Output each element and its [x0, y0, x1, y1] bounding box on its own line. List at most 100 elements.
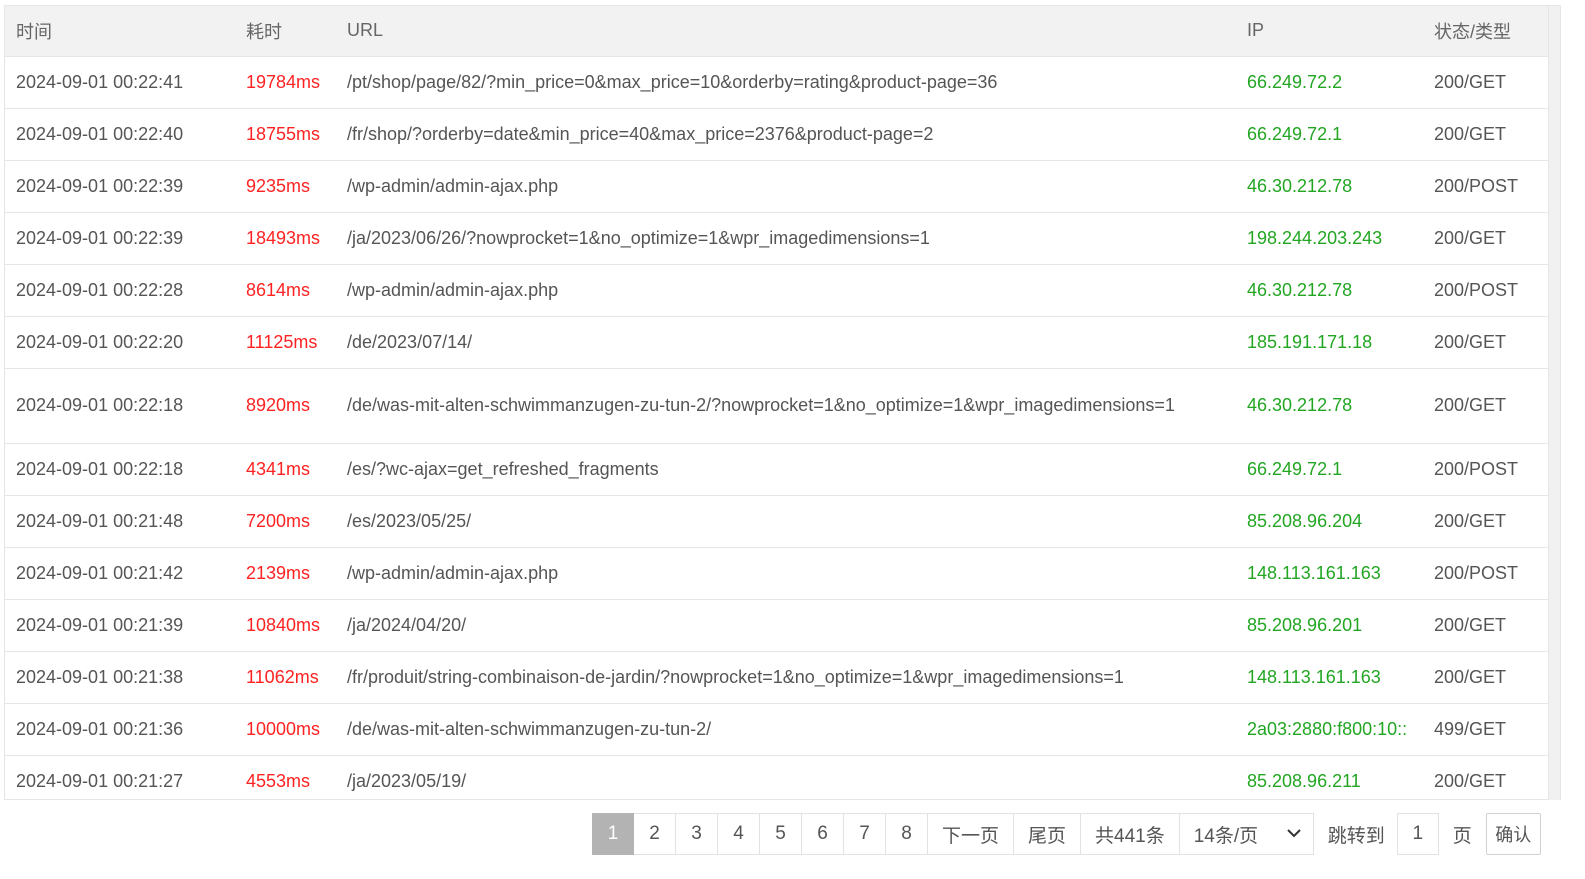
page-3-button[interactable]: 3 [676, 813, 718, 855]
cell-status: 200/POST [1423, 547, 1548, 600]
log-table-container: 时间 耗时 URL IP 状态/类型 2024-09-01 00:22:41 1… [4, 5, 1549, 800]
next-page-button[interactable]: 下一页 [928, 813, 1015, 855]
cell-ip: 46.30.212.78 [1236, 264, 1423, 317]
cell-url: /pt/shop/page/82/?min_price=0&max_price=… [336, 56, 1236, 109]
cell-time: 2024-09-01 00:22:20 [5, 316, 235, 369]
cell-ip: 85.208.96.201 [1236, 599, 1423, 652]
chevron-down-icon [1287, 825, 1301, 843]
page-size-select[interactable]: 14条/页 [1179, 813, 1314, 855]
confirm-button[interactable]: 确认 [1485, 813, 1541, 855]
cell-time: 2024-09-01 00:22:18 [5, 368, 235, 444]
page-6-button[interactable]: 6 [802, 813, 844, 855]
table-row: 2024-09-01 00:21:39 10840ms /ja/2024/04/… [5, 599, 1548, 652]
cell-ip: 2a03:2880:f800:10:: [1236, 703, 1423, 756]
cell-duration: 10000ms [235, 703, 336, 756]
jump-page-input[interactable] [1396, 813, 1439, 855]
cell-time: 2024-09-01 00:22:18 [5, 443, 235, 496]
cell-status: 200/GET [1423, 755, 1548, 799]
cell-url: /ja/2023/05/19/ [336, 755, 1236, 799]
cell-duration: 19784ms [235, 56, 336, 109]
table-row: 2024-09-01 00:21:38 11062ms /fr/produit/… [5, 651, 1548, 704]
cell-ip: 148.113.161.163 [1236, 651, 1423, 704]
last-page-button[interactable]: 尾页 [1014, 813, 1082, 855]
cell-duration: 18493ms [235, 212, 336, 265]
table-row: 2024-09-01 00:22:28 8614ms /wp-admin/adm… [5, 264, 1548, 317]
cell-url: /wp-admin/admin-ajax.php [336, 547, 1236, 600]
page-7-button[interactable]: 7 [844, 813, 886, 855]
header-duration: 耗时 [235, 6, 336, 57]
cell-duration: 11062ms [235, 651, 336, 704]
cell-url: /ja/2024/04/20/ [336, 599, 1236, 652]
cell-duration: 10840ms [235, 599, 336, 652]
cell-duration: 9235ms [235, 160, 336, 213]
cell-url: /de/was-mit-alten-schwimmanzugen-zu-tun-… [336, 703, 1236, 756]
table-row: 2024-09-01 00:22:39 9235ms /wp-admin/adm… [5, 160, 1548, 213]
cell-url: /fr/shop/?orderby=date&min_price=40&max_… [336, 108, 1236, 161]
cell-time: 2024-09-01 00:22:41 [5, 56, 235, 109]
pagination: 1 2 3 4 5 6 7 8 下一页 尾页 共441条 14条/页 跳转到 页… [592, 813, 1541, 855]
page-unit-label: 页 [1452, 825, 1472, 847]
page-1-button[interactable]: 1 [592, 813, 634, 855]
cell-url: /es/2023/05/25/ [336, 495, 1236, 548]
cell-duration: 2139ms [235, 547, 336, 600]
cell-time: 2024-09-01 00:21:36 [5, 703, 235, 756]
cell-ip: 148.113.161.163 [1236, 547, 1423, 600]
page-5-button[interactable]: 5 [760, 813, 802, 855]
table-row: 2024-09-01 00:21:36 10000ms /de/was-mit-… [5, 703, 1548, 756]
cell-url: /fr/produit/string-combinaison-de-jardin… [336, 651, 1236, 704]
header-status: 状态/类型 [1423, 6, 1548, 57]
cell-status: 499/GET [1423, 703, 1548, 756]
cell-time: 2024-09-01 00:22:39 [5, 160, 235, 213]
cell-ip: 46.30.212.78 [1236, 160, 1423, 213]
cell-time: 2024-09-01 00:21:39 [5, 599, 235, 652]
page-8-button[interactable]: 8 [886, 813, 928, 855]
cell-url: /de/2023/07/14/ [336, 316, 1236, 369]
cell-status: 200/GET [1423, 651, 1548, 704]
table-row: 2024-09-01 00:21:48 7200ms /es/2023/05/2… [5, 495, 1548, 548]
table-row: 2024-09-01 00:21:42 2139ms /wp-admin/adm… [5, 547, 1548, 600]
cell-time: 2024-09-01 00:22:40 [5, 108, 235, 161]
page-4-button[interactable]: 4 [718, 813, 760, 855]
cell-status: 200/GET [1423, 316, 1548, 369]
header-ip: IP [1236, 6, 1423, 57]
cell-status: 200/POST [1423, 443, 1548, 496]
cell-time: 2024-09-01 00:22:39 [5, 212, 235, 265]
cell-url: /ja/2023/06/26/?nowprocket=1&no_optimize… [336, 212, 1236, 265]
cell-status: 200/POST [1423, 264, 1548, 317]
cell-time: 2024-09-01 00:21:42 [5, 547, 235, 600]
jump-label: 跳转到 [1327, 825, 1385, 847]
table-header-row: 时间 耗时 URL IP 状态/类型 [5, 6, 1548, 57]
cell-status: 200/GET [1423, 599, 1548, 652]
cell-duration: 18755ms [235, 108, 336, 161]
cell-status: 200/POST [1423, 160, 1548, 213]
table-row: 2024-09-01 00:22:41 19784ms /pt/shop/pag… [5, 56, 1548, 109]
cell-url: /wp-admin/admin-ajax.php [336, 264, 1236, 317]
cell-url: /es/?wc-ajax=get_refreshed_fragments [336, 443, 1236, 496]
log-table: 时间 耗时 URL IP 状态/类型 2024-09-01 00:22:41 1… [5, 6, 1548, 799]
cell-duration: 7200ms [235, 495, 336, 548]
table-row: 2024-09-01 00:21:27 4553ms /ja/2023/05/1… [5, 755, 1548, 799]
cell-time: 2024-09-01 00:21:27 [5, 755, 235, 799]
header-url: URL [336, 6, 1236, 57]
cell-ip: 66.249.72.1 [1236, 108, 1423, 161]
cell-duration: 8920ms [235, 368, 336, 444]
cell-status: 200/GET [1423, 56, 1548, 109]
table-scrollbar[interactable] [1549, 5, 1561, 800]
table-row: 2024-09-01 00:22:40 18755ms /fr/shop/?or… [5, 108, 1548, 161]
cell-status: 200/GET [1423, 212, 1548, 265]
cell-status: 200/GET [1423, 108, 1548, 161]
cell-status: 200/GET [1423, 368, 1548, 444]
cell-ip: 85.208.96.204 [1236, 495, 1423, 548]
cell-ip: 198.244.203.243 [1236, 212, 1423, 265]
cell-time: 2024-09-01 00:22:28 [5, 264, 235, 317]
cell-duration: 11125ms [235, 316, 336, 369]
cell-ip: 66.249.72.2 [1236, 56, 1423, 109]
header-time: 时间 [5, 6, 235, 57]
cell-time: 2024-09-01 00:21:48 [5, 495, 235, 548]
cell-url: /de/was-mit-alten-schwimmanzugen-zu-tun-… [336, 368, 1236, 444]
cell-ip: 46.30.212.78 [1236, 368, 1423, 444]
table-row: 2024-09-01 00:22:20 11125ms /de/2023/07/… [5, 316, 1548, 369]
table-row: 2024-09-01 00:22:39 18493ms /ja/2023/06/… [5, 212, 1548, 265]
cell-url: /wp-admin/admin-ajax.php [336, 160, 1236, 213]
page-2-button[interactable]: 2 [634, 813, 676, 855]
